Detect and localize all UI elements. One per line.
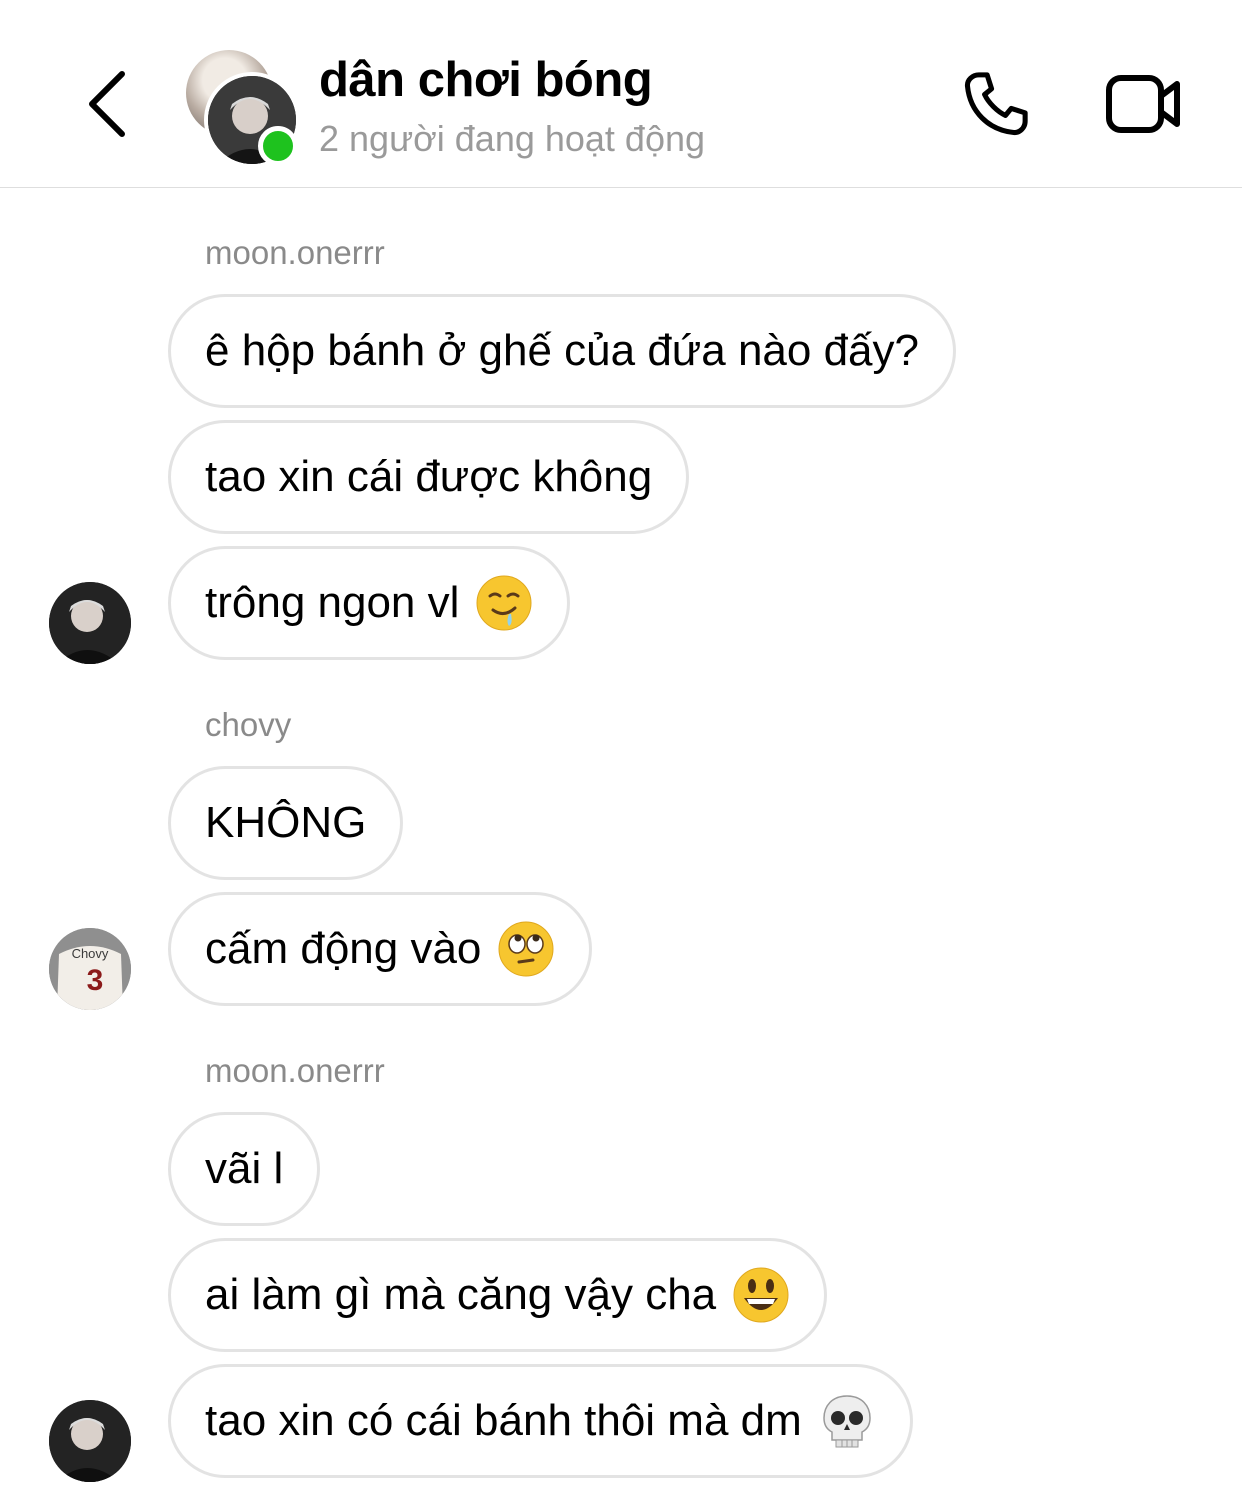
video-camera-icon [1106,75,1180,133]
active-status: 2 người đang hoạt động [319,118,706,159]
message-text: tao xin cái được không [205,452,653,501]
avatar-chovy[interactable]: Chovy 3 [49,928,131,1010]
chat-header: dân chơi bóng 2 người đang hoạt động [0,0,1242,188]
grinning-face-big-eyes-icon [733,1267,789,1323]
sender-name: moon.onerrr [205,1052,385,1089]
message-text: trông ngon vl [205,578,460,627]
sender-name: moon.onerrr [205,234,385,271]
message-text: cấm động vào [205,924,482,973]
svg-text:Chovy: Chovy [72,946,109,961]
voice-call-button[interactable] [958,66,1034,142]
message-text: ai làm gì mà căng vậy cha [205,1270,717,1319]
svg-text:3: 3 [87,964,104,997]
message-bubble[interactable]: tao xin cái được không [168,420,690,534]
back-button[interactable] [78,68,138,140]
group-avatar[interactable] [186,48,300,168]
video-call-button[interactable] [1104,68,1184,140]
back-arrow-icon [89,71,125,137]
message-bubble[interactable]: ai làm gì mà căng vậy cha [168,1238,828,1352]
message-text: tao xin có cái bánh thôi mà dm [205,1396,802,1445]
avatar-moon[interactable] [49,582,131,664]
message-bubble[interactable]: vãi l [168,1112,321,1226]
message-bubble[interactable]: cấm động vào [168,892,593,1006]
online-status-dot [258,126,298,166]
avatar-moon[interactable] [49,1400,131,1482]
face-with-rolling-eyes-icon [498,921,554,977]
message-bubble[interactable]: KHÔNG [168,766,404,880]
drooling-face-icon [476,575,532,631]
phone-icon [964,72,1028,136]
sender-name: chovy [205,706,292,743]
message-bubble[interactable]: ê hộp bánh ở ghế của đứa nào đấy? [168,294,956,408]
message-text: vãi l [205,1144,284,1193]
chat-title[interactable]: dân chơi bóng [319,52,653,108]
message-text: KHÔNG [205,798,367,847]
message-bubble[interactable]: tao xin có cái bánh thôi mà dm [168,1364,913,1478]
skull-icon [823,1395,871,1448]
message-text: ê hộp bánh ở ghế của đứa nào đấy? [205,326,919,375]
message-bubble[interactable]: trông ngon vl [168,546,571,660]
